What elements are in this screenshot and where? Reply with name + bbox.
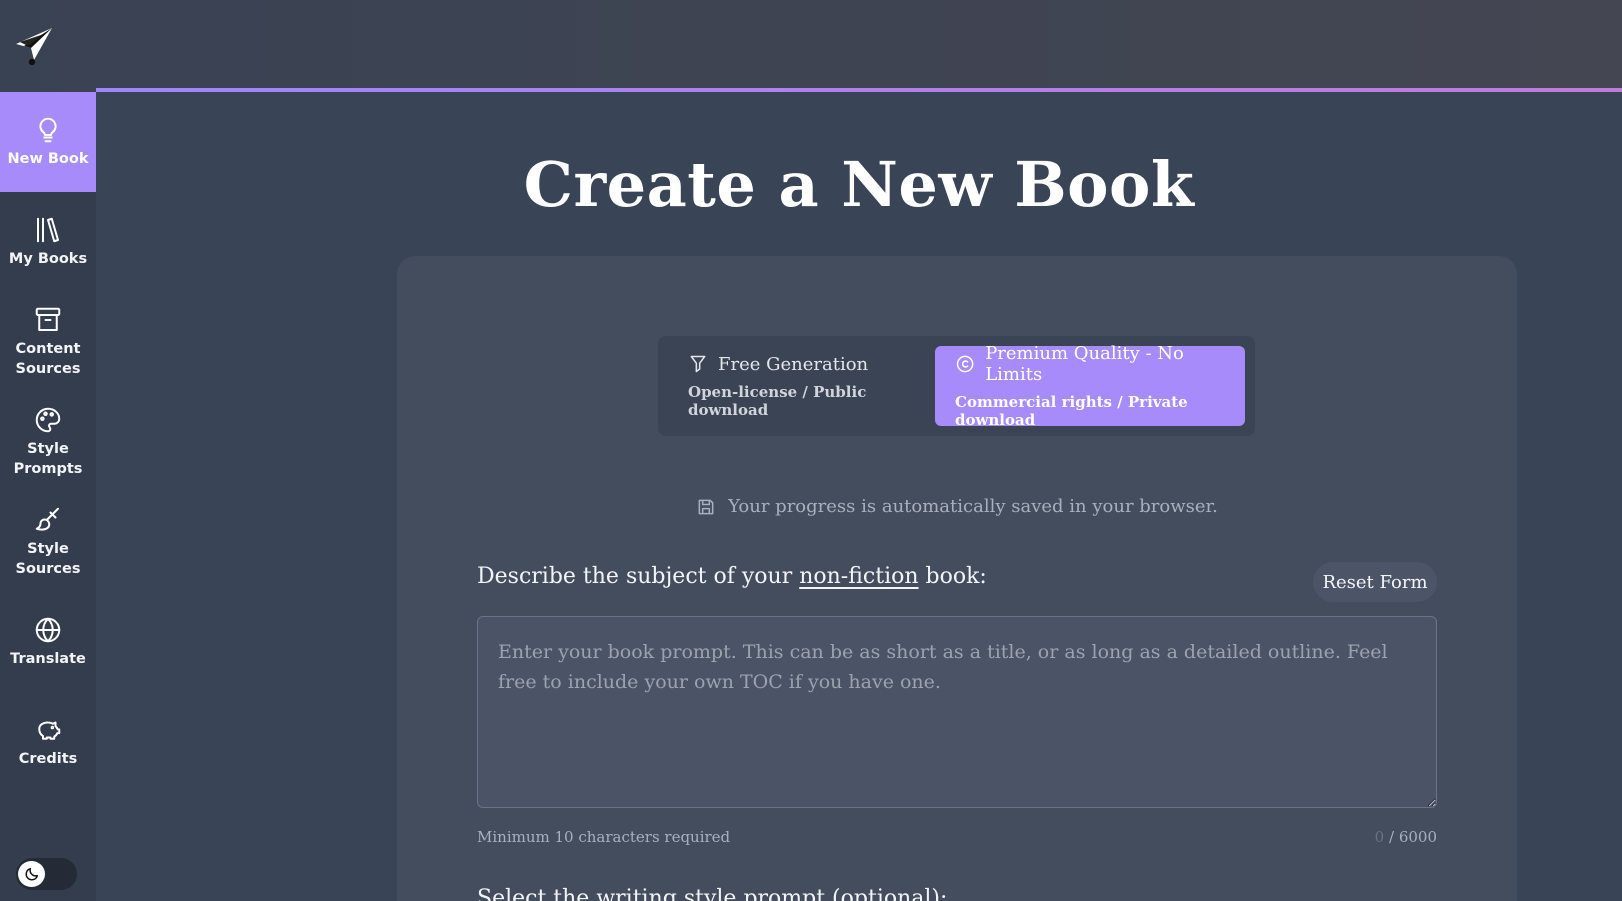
autosave-notice: Your progress is automatically saved in … <box>397 496 1517 517</box>
reset-form-button[interactable]: Reset Form <box>1313 562 1437 602</box>
autosave-text: Your progress is automatically saved in … <box>728 496 1218 517</box>
sidebar-item-label: My Books <box>8 251 88 267</box>
page-title: Create a New Book <box>523 148 1195 221</box>
sidebar-item-new-book[interactable]: New Book <box>0 92 96 192</box>
paper-plane-logo-icon[interactable] <box>14 24 56 68</box>
theme-toggle[interactable] <box>16 858 77 890</box>
generation-mode-selector: Free Generation Open-license / Public do… <box>658 336 1255 436</box>
book-prompt-textarea[interactable] <box>477 616 1437 808</box>
sidebar-item-label: Content Sources <box>15 341 81 377</box>
premium-quality-option[interactable]: Premium Quality - No Limits Commercial r… <box>935 343 1245 429</box>
library-icon <box>37 217 59 243</box>
sidebar-item-label: Translate <box>10 651 86 667</box>
free-option-subtitle: Open-license / Public download <box>688 382 867 419</box>
non-fiction-link[interactable]: non-fiction <box>799 564 918 589</box>
piggy-bank-icon <box>38 721 61 740</box>
globe-icon <box>35 617 61 643</box>
archive-icon <box>35 307 61 331</box>
sidebar: New Book My Books Content Sources Style … <box>0 92 96 901</box>
moon-icon <box>25 867 38 881</box>
palette-icon <box>35 407 61 433</box>
sidebar-item-label: New Book <box>7 151 89 167</box>
funnel-icon <box>690 355 706 373</box>
style-prompt-label: Select the writing style prompt (optiona… <box>477 886 948 901</box>
sidebar-item-credits[interactable]: Credits <box>0 692 96 792</box>
sidebar-item-content-sources[interactable]: Content Sources <box>0 292 96 392</box>
lightbulb-icon <box>39 117 57 143</box>
min-characters-hint: Minimum 10 characters required <box>477 828 731 846</box>
sidebar-item-label: Style Sources <box>15 541 81 577</box>
paintbrush-icon <box>35 507 59 531</box>
character-max: 6000 <box>1398 828 1437 846</box>
sidebar-item-label: Style Prompts <box>13 441 83 477</box>
free-generation-option[interactable]: Free Generation Open-license / Public do… <box>668 346 938 426</box>
new-book-form-card: Free Generation Open-license / Public do… <box>397 256 1517 901</box>
prompt-label-suffix: book: <box>918 564 987 589</box>
sidebar-item-style-sources[interactable]: Style Sources <box>0 492 96 592</box>
counter-separator: / <box>1384 828 1399 846</box>
toggle-knob <box>18 861 45 887</box>
copyright-icon <box>956 355 974 373</box>
top-bar <box>0 0 1622 92</box>
premium-option-title: Premium Quality - No Limits <box>985 343 1184 385</box>
top-accent-line <box>96 88 1622 92</box>
sidebar-item-label: Credits <box>18 751 78 767</box>
prompt-label-prefix: Describe the subject of your <box>477 564 800 589</box>
character-count: 0 <box>1374 828 1385 846</box>
save-icon <box>698 499 714 514</box>
prompt-label: Describe the subject of your non-fiction… <box>477 564 987 589</box>
sidebar-item-translate[interactable]: Translate <box>0 592 96 692</box>
sidebar-item-my-books[interactable]: My Books <box>0 192 96 292</box>
free-option-title: Free Generation <box>718 353 869 375</box>
sidebar-item-style-prompts[interactable]: Style Prompts <box>0 392 96 492</box>
character-counter: 0 / 6000 <box>1375 828 1437 846</box>
premium-option-subtitle: Commercial rights / Private download <box>955 393 1188 429</box>
